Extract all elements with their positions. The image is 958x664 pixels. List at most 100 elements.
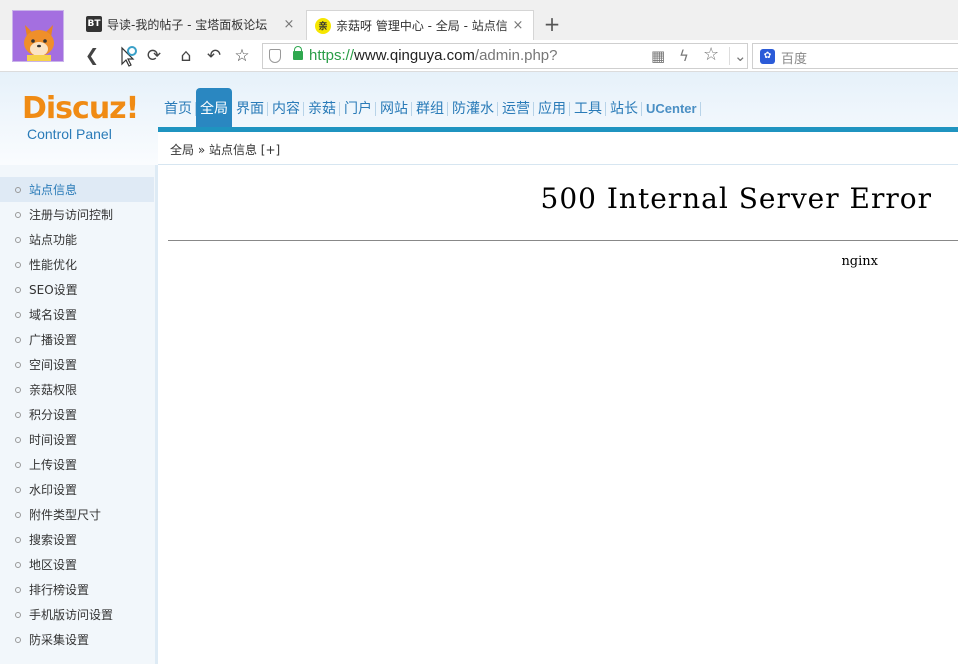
home-icon[interactable]: ⌂ [174, 44, 198, 68]
tab-admin[interactable]: 亲 亲菇呀 管理中心 - 全局 - 站点信 × [306, 10, 534, 40]
bt-favicon-icon: BT [86, 16, 102, 32]
bullet-icon [15, 611, 21, 618]
nav-item[interactable]: 应用 [534, 88, 570, 128]
sidebar-item[interactable]: 附件类型尺寸 [0, 502, 154, 527]
bullet-icon [15, 311, 21, 318]
bullet-icon [15, 636, 21, 643]
bullet-icon [15, 561, 21, 568]
sidebar-item[interactable]: 站点信息 [0, 177, 154, 202]
reload-icon[interactable]: ⟳ [142, 44, 166, 68]
lock-icon [293, 46, 303, 60]
star-icon[interactable]: ☆ [230, 44, 254, 68]
user-avatar[interactable] [12, 10, 64, 62]
sidebar-item[interactable]: 搜索设置 [0, 527, 154, 552]
sidebar-item-label: 地区设置 [29, 558, 78, 572]
sidebar-item-label: 排行榜设置 [29, 583, 90, 597]
nav-item[interactable]: 界面 [232, 88, 268, 128]
sidebar-item[interactable]: 域名设置 [0, 302, 154, 327]
sidebar-item-label: 亲菇权限 [29, 383, 78, 397]
tab-forum[interactable]: BT 导读-我的帖子 - 宝塔面板论坛 × [78, 10, 304, 38]
tab-bar: BT 导读-我的帖子 - 宝塔面板论坛 × 亲 亲菇呀 管理中心 - 全局 - … [0, 0, 958, 40]
error-title: 500 Internal Server Error [540, 182, 932, 215]
sidebar-item[interactable]: SEO设置 [0, 277, 154, 302]
shield-icon [269, 49, 281, 63]
navigation-bar: ❮ ⟳ ⌂ ↶ ☆ https://www.qinguya.com/admin.… [0, 40, 958, 72]
sidebar-item[interactable]: 注册与访问控制 [0, 202, 154, 227]
sidebar-item-label: 附件类型尺寸 [29, 508, 102, 522]
breadcrumb-bar: 全局 » 站点信息 [+] [158, 132, 958, 165]
address-bar[interactable]: https://www.qinguya.com/admin.php? ▦ ϟ ☆… [262, 43, 748, 69]
bullet-icon [15, 436, 21, 443]
nav-item[interactable]: 工具 [570, 88, 606, 128]
nav-item[interactable]: 内容 [268, 88, 304, 128]
bullet-icon [15, 411, 21, 418]
new-tab-button[interactable]: + [542, 12, 562, 36]
sidebar-item[interactable]: 性能优化 [0, 252, 154, 277]
sidebar-item-label: 积分设置 [29, 408, 78, 422]
bullet-icon [15, 536, 21, 543]
divider [168, 240, 958, 241]
bookmark-star-icon[interactable]: ☆ [703, 44, 719, 65]
sidebar-item-label: 站点功能 [29, 233, 78, 247]
top-navigation: 首页 全局 界面 内容 亲菇 门户 网站 群组 防灌水 运营 应用 工具 站长 UCenter [160, 88, 701, 128]
nav-item[interactable]: UCenter [642, 88, 701, 128]
sidebar-item[interactable]: 防采集设置 [0, 627, 154, 652]
sidebar-item[interactable]: 时间设置 [0, 427, 154, 452]
fox-avatar-icon [13, 11, 63, 61]
sidebar-item-label: 站点信息 [29, 183, 78, 197]
qinguya-favicon-icon: 亲 [315, 17, 331, 34]
baidu-icon: ✿ [760, 49, 775, 64]
search-box[interactable]: ✿ 百度 [752, 43, 958, 69]
close-tab-icon[interactable]: × [282, 17, 296, 32]
sidebar-item[interactable]: 手机版访问设置 [0, 602, 154, 627]
forward-icon[interactable] [116, 44, 140, 68]
nav-item[interactable]: 亲菇 [304, 88, 340, 128]
url-text: https://www.qinguya.com/admin.php? [309, 47, 558, 64]
nav-item[interactable]: 防灌水 [448, 88, 498, 128]
sidebar-item-label: SEO设置 [29, 283, 78, 297]
bullet-icon [15, 186, 21, 193]
sidebar-item[interactable]: 亲菇权限 [0, 377, 154, 402]
sidebar-item-label: 搜索设置 [29, 533, 78, 547]
nav-item[interactable]: 运营 [498, 88, 534, 128]
close-tab-icon[interactable]: × [511, 18, 525, 33]
bullet-icon [15, 586, 21, 593]
nav-item[interactable]: 网站 [376, 88, 412, 128]
nav-item[interactable]: 首页 [160, 88, 196, 128]
sidebar-item[interactable]: 积分设置 [0, 402, 154, 427]
nav-item[interactable]: 群组 [412, 88, 448, 128]
bullet-icon [15, 336, 21, 343]
back-icon[interactable]: ❮ [80, 44, 104, 68]
sidebar-item-label: 上传设置 [29, 458, 78, 472]
sidebar-item[interactable]: 空间设置 [0, 352, 154, 377]
sidebar-item-label: 性能优化 [29, 258, 78, 272]
breadcrumb[interactable]: 全局 » 站点信息 [+] [170, 141, 280, 158]
sidebar-item[interactable]: 站点功能 [0, 227, 154, 252]
sidebar-item-label: 水印设置 [29, 483, 78, 497]
sidebar-item[interactable]: 广播设置 [0, 327, 154, 352]
sidebar-item[interactable]: 水印设置 [0, 477, 154, 502]
nav-item[interactable]: 站长 [606, 88, 642, 128]
lightning-icon[interactable]: ϟ [679, 47, 689, 65]
bullet-icon [15, 286, 21, 293]
server-name: nginx [841, 254, 878, 269]
bullet-icon [15, 486, 21, 493]
bullet-icon [15, 511, 21, 518]
logo-title: Discuz! [22, 91, 139, 126]
sidebar-item-label: 注册与访问控制 [29, 208, 114, 222]
sidebar-menu: 站点信息注册与访问控制 站点功能性能优化 SEO设置域名设置广播设置空间设置亲菇权限… [0, 165, 158, 664]
bullet-icon [15, 211, 21, 218]
discuz-logo[interactable]: Discuz! Control Panel [22, 91, 139, 143]
dropdown-chevron-icon[interactable]: ⌄ [729, 47, 747, 65]
qr-code-icon[interactable]: ▦ [651, 47, 665, 65]
sidebar-item[interactable]: 上传设置 [0, 452, 154, 477]
tab-title: 亲菇呀 管理中心 - 全局 - 站点信 [336, 19, 507, 33]
nav-item[interactable]: 门户 [340, 88, 376, 128]
sidebar-item-label: 广播设置 [29, 333, 78, 347]
nav-item[interactable]: 全局 [196, 88, 232, 128]
sidebar-item[interactable]: 地区设置 [0, 552, 154, 577]
undo-icon[interactable]: ↶ [202, 44, 226, 68]
sidebar-item-label: 防采集设置 [29, 633, 90, 647]
sidebar-item-label: 域名设置 [29, 308, 78, 322]
sidebar-item[interactable]: 排行榜设置 [0, 577, 154, 602]
